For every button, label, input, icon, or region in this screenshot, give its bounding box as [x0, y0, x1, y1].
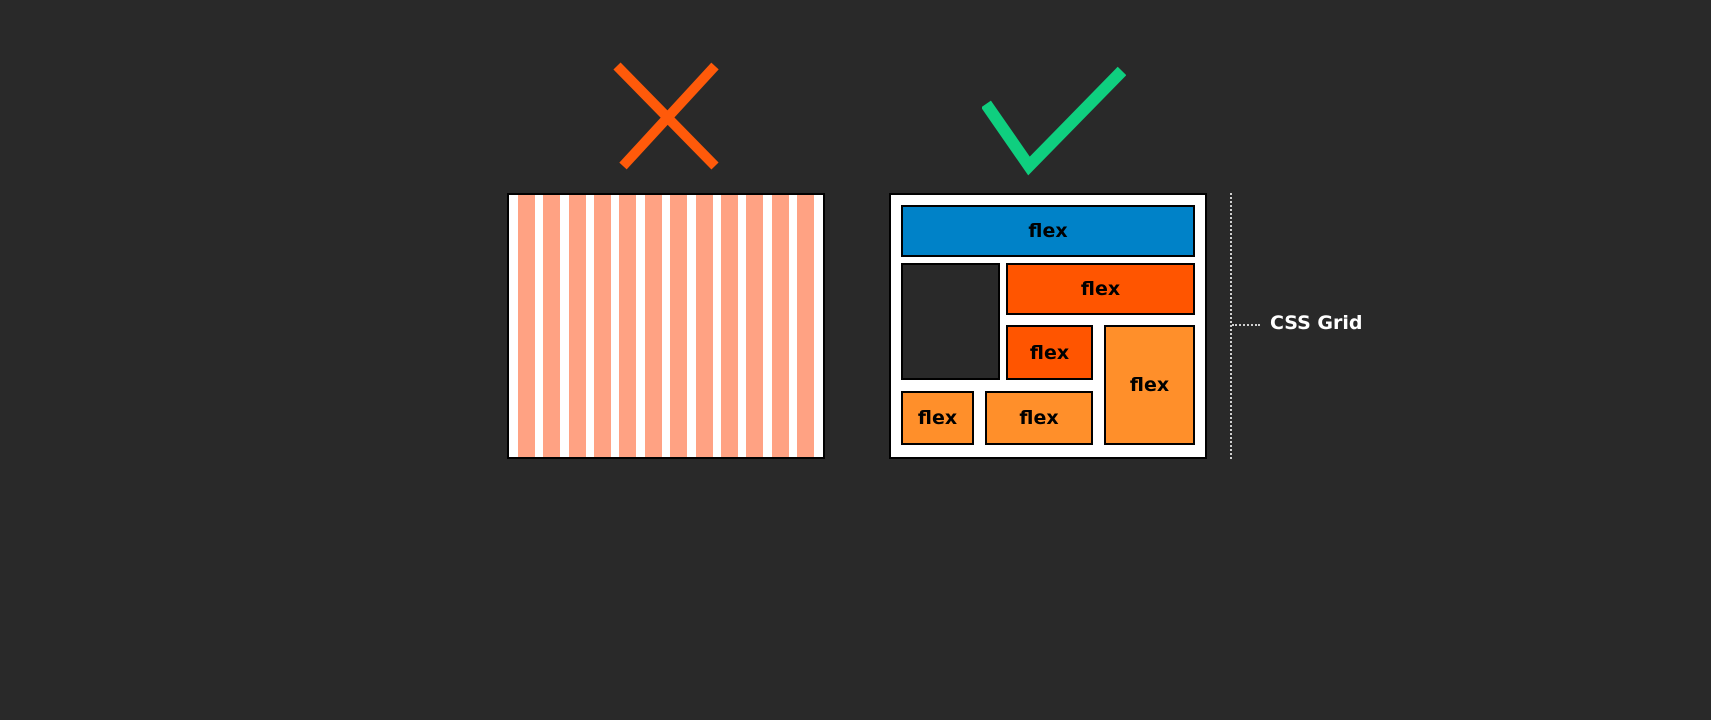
x-mark-icon: [612, 62, 720, 170]
css-grid-label: CSS Grid: [1270, 312, 1363, 334]
grid-column: [771, 195, 789, 457]
grid-column: [594, 195, 612, 457]
grid-column: [695, 195, 713, 457]
grid-column: [568, 195, 586, 457]
grid-column: [518, 195, 535, 457]
grid-column: [720, 195, 738, 457]
empty-side-block: [901, 263, 1000, 380]
grid-column: [670, 195, 688, 457]
check-mark-icon: [981, 66, 1127, 176]
flex-tall-right-block: flex: [1104, 325, 1195, 445]
grid-column: [644, 195, 662, 457]
grid-layout-panel: flex flex flex flex flex flex: [889, 193, 1207, 459]
bracket-line: [1230, 193, 1232, 459]
bracket-tick: [1232, 324, 1260, 326]
column-grid-panel: [507, 193, 825, 459]
flex-top-right-block: flex: [1006, 263, 1195, 315]
grid-column: [797, 195, 814, 457]
flex-header-block: flex: [901, 205, 1195, 257]
grid-column: [543, 195, 561, 457]
flex-bottom-left-block: flex: [901, 391, 974, 445]
grid-column: [619, 195, 637, 457]
flex-bottom-middle-block: flex: [985, 391, 1093, 445]
flex-middle-small-block: flex: [1006, 325, 1093, 380]
grid-column: [746, 195, 764, 457]
